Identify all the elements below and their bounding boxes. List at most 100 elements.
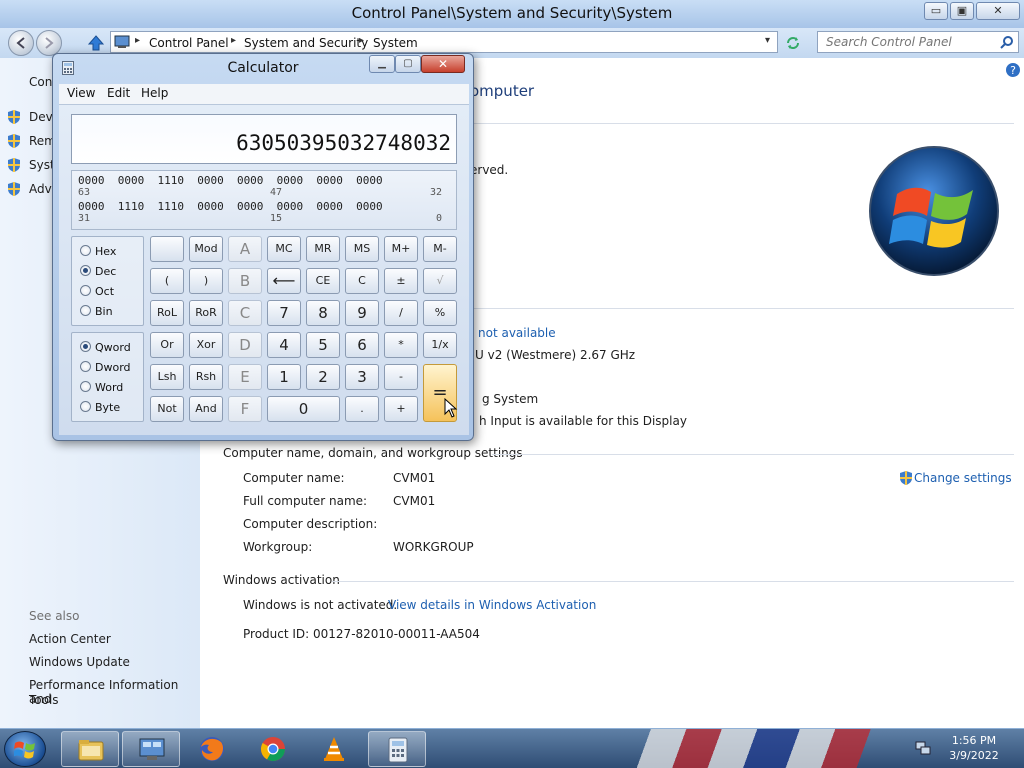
back-button[interactable] xyxy=(8,30,34,56)
radio-button-icon[interactable] xyxy=(80,305,91,316)
key-not[interactable]: Not xyxy=(150,396,184,422)
radio-hex[interactable]: Hex xyxy=(80,245,116,258)
key-rol[interactable]: RoL xyxy=(150,300,184,326)
menu-help[interactable]: Help xyxy=(141,86,168,100)
copyright-text: erved. xyxy=(470,163,509,177)
key-7[interactable]: 7 xyxy=(267,300,301,326)
key-plus-minus[interactable]: ± xyxy=(384,268,418,294)
breadcrumb-system[interactable]: System xyxy=(373,36,418,50)
menu-edit[interactable]: Edit xyxy=(107,86,130,100)
search-field[interactable] xyxy=(817,31,1019,53)
maximize-button[interactable]: ▣ xyxy=(950,2,974,20)
taskbar-control-panel[interactable] xyxy=(122,731,180,767)
key-percent[interactable]: % xyxy=(423,300,457,326)
key-or[interactable]: Or xyxy=(150,332,184,358)
radio-button-icon[interactable] xyxy=(80,381,91,392)
radio-word[interactable]: Word xyxy=(80,381,123,394)
vlc-icon xyxy=(324,737,344,761)
key-6[interactable]: 6 xyxy=(345,332,379,358)
full-computer-name-label: Full computer name: xyxy=(243,494,368,508)
radio-button-icon[interactable] xyxy=(80,361,91,372)
see-also-windows-update[interactable]: Windows Update xyxy=(29,655,130,669)
chevron-down-icon[interactable]: ▾ xyxy=(765,35,770,46)
binary-row-high: 0000 0000 1110 0000 0000 0000 0000 0000 xyxy=(78,174,383,187)
key-ms[interactable]: MS xyxy=(345,236,379,262)
search-icon[interactable] xyxy=(1000,35,1014,49)
key-0[interactable]: 0 xyxy=(267,396,340,422)
up-arrow-icon[interactable] xyxy=(86,33,106,53)
key-9[interactable]: 9 xyxy=(345,300,379,326)
menu-view[interactable]: View xyxy=(67,86,95,100)
key-open-paren[interactable]: ( xyxy=(150,268,184,294)
radio-button-selected-icon[interactable] xyxy=(80,341,91,352)
key-reciprocal[interactable]: 1/x xyxy=(423,332,457,358)
taskbar-vlc[interactable] xyxy=(305,731,363,767)
network-icon[interactable] xyxy=(915,740,931,756)
key-lsh[interactable]: Lsh xyxy=(150,364,184,390)
calc-minimize-button[interactable]: ▁ xyxy=(369,55,395,73)
system-clock[interactable]: 1:56 PM 3/9/2022 xyxy=(942,733,1006,763)
key-mod[interactable]: Mod xyxy=(189,236,223,262)
key-close-paren[interactable]: ) xyxy=(189,268,223,294)
key-xor[interactable]: Xor xyxy=(189,332,223,358)
key-add[interactable]: + xyxy=(384,396,418,422)
rating-link[interactable]: not available xyxy=(478,326,556,340)
sidebar-item-system-protection[interactable]: Syst xyxy=(29,158,55,172)
radio-oct[interactable]: Oct xyxy=(80,285,114,298)
radio-button-icon[interactable] xyxy=(80,285,91,296)
key-and[interactable]: And xyxy=(189,396,223,422)
change-settings-link[interactable]: Change settings xyxy=(914,471,1012,485)
radio-dword[interactable]: Dword xyxy=(80,361,131,374)
radio-button-icon[interactable] xyxy=(80,245,91,256)
key-2[interactable]: 2 xyxy=(306,364,340,390)
key-1[interactable]: 1 xyxy=(267,364,301,390)
minimize-button[interactable]: ▭ xyxy=(924,2,948,20)
help-icon[interactable]: ? xyxy=(1005,62,1021,78)
taskbar-explorer[interactable] xyxy=(61,731,119,767)
taskbar-chrome[interactable] xyxy=(244,731,302,767)
breadcrumb-control-panel[interactable]: Control Panel xyxy=(149,36,229,50)
close-button[interactable]: ✕ xyxy=(976,2,1020,20)
system-type-value: g System xyxy=(482,392,539,406)
radio-byte[interactable]: Byte xyxy=(80,401,120,414)
key-3[interactable]: 3 xyxy=(345,364,379,390)
key-4[interactable]: 4 xyxy=(267,332,301,358)
key-8[interactable]: 8 xyxy=(306,300,340,326)
taskbar-firefox[interactable] xyxy=(183,731,241,767)
calc-maximize-button[interactable]: ▢ xyxy=(395,55,421,73)
key-subtract[interactable]: - xyxy=(384,364,418,390)
key-rsh[interactable]: Rsh xyxy=(189,364,223,390)
start-button[interactable] xyxy=(4,731,46,767)
search-input[interactable] xyxy=(818,32,993,52)
address-box[interactable]: ▸ Control Panel ▸ System and Security ▸ … xyxy=(110,31,778,53)
radio-bin[interactable]: Bin xyxy=(80,305,113,318)
radio-qword[interactable]: Qword xyxy=(80,341,131,354)
key-ce[interactable]: CE xyxy=(306,268,340,294)
key-divide[interactable]: / xyxy=(384,300,418,326)
key-m-minus[interactable]: M- xyxy=(423,236,457,262)
key-c[interactable]: C xyxy=(345,268,379,294)
see-also-action-center[interactable]: Action Center xyxy=(29,632,111,646)
see-also-performance-info-line2[interactable]: Tools xyxy=(29,693,59,707)
key-m-plus[interactable]: M+ xyxy=(384,236,418,262)
taskbar-calculator[interactable] xyxy=(368,731,426,767)
key-backspace[interactable]: ⟵ xyxy=(267,268,301,294)
key-decimal[interactable]: . xyxy=(345,396,379,422)
key-ror[interactable]: RoR xyxy=(189,300,223,326)
radio-dec[interactable]: Dec xyxy=(80,265,116,278)
workgroup-value: WORKGROUP xyxy=(393,540,474,554)
key-multiply[interactable]: * xyxy=(384,332,418,358)
calc-close-button[interactable]: ✕ xyxy=(421,55,465,73)
calculator-window[interactable]: Calculator ▁ ▢ ✕ View Edit Help 63050395… xyxy=(52,53,474,441)
key-mr[interactable]: MR xyxy=(306,236,340,262)
control-panel-home-link[interactable]: Con xyxy=(29,75,52,89)
activation-status: Windows is not activated. xyxy=(243,598,398,612)
radio-button-selected-icon[interactable] xyxy=(80,265,91,276)
activation-details-link[interactable]: View details in Windows Activation xyxy=(388,598,596,612)
refresh-icon[interactable] xyxy=(784,34,802,52)
key-5[interactable]: 5 xyxy=(306,332,340,358)
radio-label: Hex xyxy=(95,245,117,258)
key-mc[interactable]: MC xyxy=(267,236,301,262)
radio-button-icon[interactable] xyxy=(80,401,91,412)
breadcrumb-system-security[interactable]: System and Security xyxy=(244,36,368,50)
